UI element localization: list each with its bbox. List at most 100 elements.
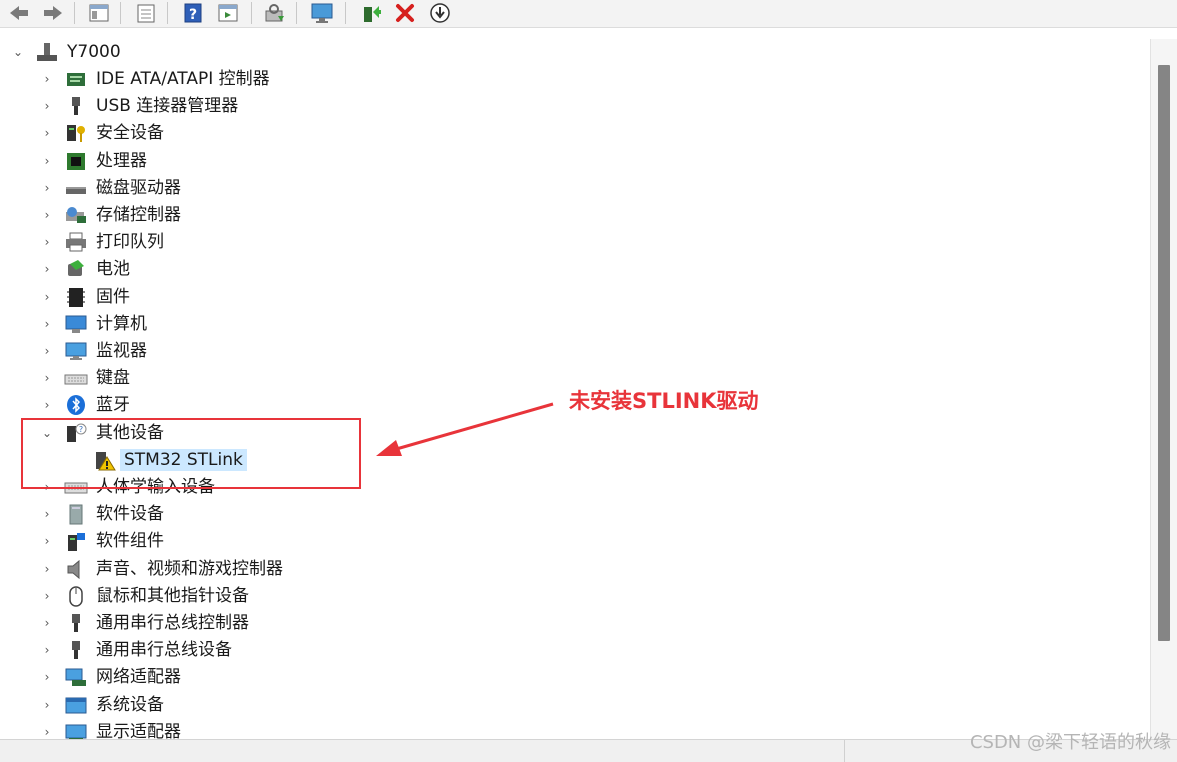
tree-category-label: 声音、视频和游戏控制器 [96, 559, 283, 579]
monitor-icon[interactable] [309, 1, 335, 25]
software-component-icon [64, 530, 88, 552]
help-icon[interactable]: ? [180, 1, 206, 25]
chevron-right-icon[interactable]: › [41, 643, 53, 657]
tree-category-label: 磁盘驱动器 [96, 178, 181, 198]
chevron-down-icon[interactable]: ⌄ [12, 45, 24, 59]
disable-device-icon[interactable] [427, 1, 453, 25]
ide-controller-icon [64, 68, 88, 90]
console-tree-icon[interactable] [86, 1, 112, 25]
tree-category-label: IDE ATA/ATAPI 控制器 [96, 69, 270, 89]
tree-category-label: 蓝牙 [96, 395, 130, 415]
tree-category[interactable]: › 网络适配器 [0, 664, 1140, 690]
chevron-right-icon[interactable]: › [41, 670, 53, 684]
tree-category-label: USB 连接器管理器 [96, 96, 239, 116]
chevron-right-icon[interactable]: › [41, 290, 53, 304]
chevron-right-icon[interactable]: › [41, 99, 53, 113]
firmware-icon [64, 286, 88, 308]
tree-category[interactable]: › 存储控制器 [0, 202, 1140, 228]
usb-plug-icon [64, 639, 88, 661]
scan-hardware-icon[interactable] [262, 1, 288, 25]
svg-text:?: ? [189, 7, 197, 23]
computer-root-icon [34, 41, 58, 63]
chevron-right-icon[interactable]: › [41, 72, 53, 86]
properties-icon[interactable] [133, 1, 159, 25]
chevron-right-icon[interactable]: › [41, 262, 53, 276]
usb-plug-icon [64, 95, 88, 117]
network-adapter-icon [64, 666, 88, 688]
security-key-icon [64, 122, 88, 144]
chevron-right-icon[interactable]: › [41, 235, 53, 249]
battery-icon [64, 258, 88, 280]
forward-arrow-icon[interactable] [40, 1, 66, 25]
chevron-right-icon[interactable]: › [41, 208, 53, 222]
tree-category[interactable]: › 电池 [0, 256, 1140, 282]
chevron-right-icon[interactable]: › [41, 371, 53, 385]
mouse-icon [64, 585, 88, 607]
tree-category-label: 网络适配器 [96, 667, 181, 687]
keyboard-icon [64, 367, 88, 389]
tree-category[interactable]: › 通用串行总线控制器 [0, 610, 1140, 636]
action-pane-icon[interactable] [215, 1, 241, 25]
tree-category[interactable]: › 固件 [0, 284, 1140, 310]
tree-root-label: Y7000 [67, 42, 121, 62]
tree-category-label: 电池 [96, 259, 130, 279]
scrollbar-thumb[interactable] [1158, 65, 1170, 641]
tree-category-label: 打印队列 [96, 232, 164, 252]
tree-category[interactable]: › 监视器 [0, 338, 1140, 364]
tree-category[interactable]: › 处理器 [0, 148, 1140, 174]
chevron-right-icon[interactable]: › [41, 154, 53, 168]
tree-category[interactable]: › IDE ATA/ATAPI 控制器 [0, 66, 1140, 92]
chevron-right-icon[interactable]: › [41, 534, 53, 548]
tree-category-label: 键盘 [96, 368, 130, 388]
tree-category[interactable]: › 声音、视频和游戏控制器 [0, 556, 1140, 582]
tree-category-label: 软件组件 [96, 531, 164, 551]
storage-controller-icon [64, 204, 88, 226]
chevron-right-icon[interactable]: › [41, 507, 53, 521]
tree-category[interactable]: › 鼠标和其他指针设备 [0, 583, 1140, 609]
tree-category[interactable]: › 软件组件 [0, 528, 1140, 554]
tree-category-label: 鼠标和其他指针设备 [96, 586, 249, 606]
tree-category[interactable]: › 打印队列 [0, 229, 1140, 255]
tree-category-label: 通用串行总线控制器 [96, 613, 249, 633]
chevron-right-icon[interactable]: › [41, 725, 53, 739]
tree-category[interactable]: › 磁盘驱动器 [0, 175, 1140, 201]
tree-category[interactable]: › 软件设备 [0, 501, 1140, 527]
chevron-right-icon[interactable]: › [41, 616, 53, 630]
disk-drive-icon [64, 177, 88, 199]
computer-icon [64, 313, 88, 335]
printer-icon [64, 231, 88, 253]
tree-category-label: 固件 [96, 287, 130, 307]
chevron-right-icon[interactable]: › [41, 589, 53, 603]
monitor-icon [64, 340, 88, 362]
toolbar: ? [0, 0, 1177, 28]
update-driver-icon[interactable] [358, 1, 384, 25]
tree-category[interactable]: › 通用串行总线设备 [0, 637, 1140, 663]
tree-category-label: 显示适配器 [96, 722, 181, 739]
tree-category-label: 安全设备 [96, 123, 164, 143]
tree-category[interactable]: › 计算机 [0, 311, 1140, 337]
chevron-right-icon[interactable]: › [41, 181, 53, 195]
chevron-right-icon[interactable]: › [41, 562, 53, 576]
software-device-icon [64, 503, 88, 525]
vertical-scrollbar[interactable] [1150, 39, 1177, 739]
tree-category-label: 存储控制器 [96, 205, 181, 225]
uninstall-icon[interactable] [392, 1, 418, 25]
tree-category[interactable]: › 系统设备 [0, 692, 1140, 718]
processor-icon [64, 150, 88, 172]
chevron-right-icon[interactable]: › [41, 126, 53, 140]
chevron-right-icon[interactable]: › [41, 317, 53, 331]
display-adapter-icon [64, 721, 88, 739]
tree-category-label: 软件设备 [96, 504, 164, 524]
chevron-right-icon[interactable]: › [41, 398, 53, 412]
annotation-text: 未安装STLINK驱动 [569, 389, 759, 413]
tree-category[interactable]: › USB 连接器管理器 [0, 93, 1140, 119]
tree-category-label: 计算机 [96, 314, 147, 334]
chevron-right-icon[interactable]: › [41, 344, 53, 358]
tree-category-label: 监视器 [96, 341, 147, 361]
tree-category-label: 系统设备 [96, 695, 164, 715]
chevron-right-icon[interactable]: › [41, 698, 53, 712]
speaker-icon [64, 558, 88, 580]
tree-root[interactable]: ⌄ Y7000 [0, 39, 1140, 65]
back-arrow-icon[interactable] [6, 1, 32, 25]
tree-category[interactable]: › 安全设备 [0, 120, 1140, 146]
